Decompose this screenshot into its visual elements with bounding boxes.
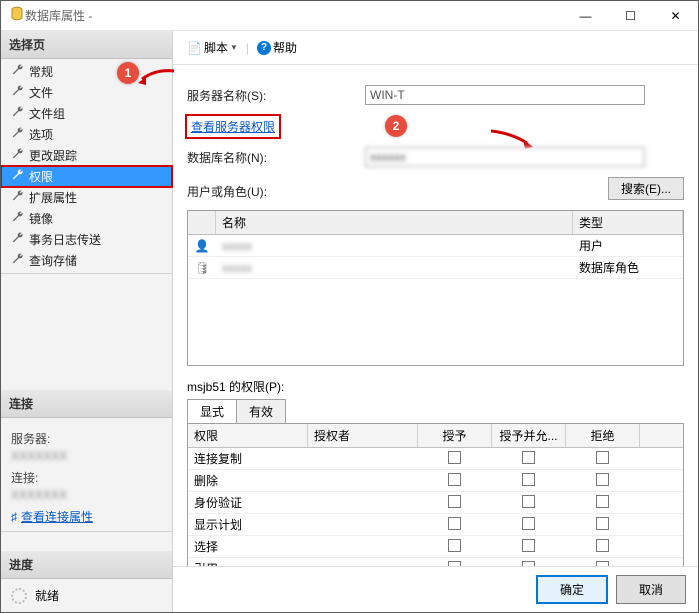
tab-effective[interactable]: 有效 xyxy=(236,399,286,423)
select-page-head: 选择页 xyxy=(1,31,172,59)
user-icon: 👤 xyxy=(188,239,216,253)
connection-head: 连接 xyxy=(1,390,172,418)
deny-checkbox[interactable] xyxy=(596,473,609,486)
progress-status: 就绪 xyxy=(35,587,59,604)
permission-row[interactable]: 连接复制 xyxy=(188,448,683,470)
server-label: 服务器: xyxy=(11,430,162,447)
nav-item-2[interactable]: 文件组 xyxy=(1,103,172,124)
script-icon: 📄 xyxy=(187,41,202,55)
help-icon: ? xyxy=(257,41,271,55)
nav-item-3[interactable]: 选项 xyxy=(1,124,172,145)
deny-checkbox[interactable] xyxy=(596,539,609,552)
permissions-title: msjb51 的权限(P): xyxy=(187,378,684,395)
ok-button[interactable]: 确定 xyxy=(536,575,608,604)
users-roles-label: 用户或角色(U): xyxy=(187,183,357,200)
nav-item-8[interactable]: 事务日志传送 xyxy=(1,229,172,250)
view-server-permissions-link[interactable]: 查看服务器权限 xyxy=(191,120,275,134)
permissions-tabs: 显式有效 xyxy=(187,399,684,424)
col-grant: 授予 xyxy=(418,424,492,447)
server-value: XXXXXXX xyxy=(11,449,162,463)
users-roles-grid[interactable]: 名称 类型 👤xxxxx用户🛢xxxxx数据库角色 xyxy=(187,210,684,366)
progress-spinner-icon xyxy=(11,588,27,604)
permission-row[interactable]: 引用 xyxy=(188,558,683,566)
toolbar: 📄 脚本 ▼ | ? 帮助 xyxy=(173,31,698,65)
wrench-icon xyxy=(11,168,25,185)
wrench-icon xyxy=(11,126,25,143)
col-deny: 拒绝 xyxy=(566,424,640,447)
tab-explicit[interactable]: 显式 xyxy=(187,399,237,423)
deny-checkbox[interactable] xyxy=(596,517,609,530)
search-button[interactable]: 搜索(E)... xyxy=(608,177,684,200)
database-name-label: 数据库名称(N): xyxy=(187,149,357,166)
titlebar: 数据库属性 - — ☐ ✕ xyxy=(1,1,698,31)
nav-list: 常规文件文件组选项更改跟踪权限扩展属性镜像事务日志传送查询存储 xyxy=(1,59,172,273)
wrench-icon xyxy=(11,210,25,227)
withgrant-checkbox[interactable] xyxy=(522,451,535,464)
view-connection-properties-link[interactable]: 查看连接属性 xyxy=(21,508,93,525)
database-name-input[interactable] xyxy=(365,147,645,167)
connection-properties-icon: ♯ xyxy=(11,510,17,524)
permission-row[interactable]: 显示计划 xyxy=(188,514,683,536)
wrench-icon xyxy=(11,147,25,164)
script-button[interactable]: 📄 脚本 ▼ xyxy=(183,37,242,58)
withgrant-checkbox[interactable] xyxy=(522,495,535,508)
close-button[interactable]: ✕ xyxy=(653,1,698,30)
role-icon: 🛢 xyxy=(188,261,216,275)
chevron-down-icon: ▼ xyxy=(230,43,238,52)
withgrant-checkbox[interactable] xyxy=(522,473,535,486)
grant-checkbox[interactable] xyxy=(448,495,461,508)
grant-checkbox[interactable] xyxy=(448,539,461,552)
col-permission: 权限 xyxy=(188,424,308,447)
nav-item-9[interactable]: 查询存储 xyxy=(1,250,172,271)
annotation-arrow-1 xyxy=(136,67,176,87)
wrench-icon xyxy=(11,231,25,248)
help-button[interactable]: ? 帮助 xyxy=(253,37,301,58)
nav-item-6[interactable]: 扩展属性 xyxy=(1,187,172,208)
permission-row[interactable]: 删除 xyxy=(188,470,683,492)
server-name-input[interactable] xyxy=(365,85,645,105)
database-icon xyxy=(9,6,25,25)
wrench-icon xyxy=(11,252,25,269)
nav-item-4[interactable]: 更改跟踪 xyxy=(1,145,172,166)
permissions-grid[interactable]: 权限 授权者 授予 授予并允... 拒绝 连接复制删除身份验证显示计划选择引用执… xyxy=(187,424,684,566)
deny-checkbox[interactable] xyxy=(596,495,609,508)
permission-row[interactable]: 身份验证 xyxy=(188,492,683,514)
connection-value: XXXXXXX xyxy=(11,488,162,502)
wrench-icon xyxy=(11,84,25,101)
col-type-header: 类型 xyxy=(573,211,683,234)
minimize-button[interactable]: — xyxy=(563,1,608,30)
wrench-icon xyxy=(11,105,25,122)
withgrant-checkbox[interactable] xyxy=(522,517,535,530)
cancel-button[interactable]: 取消 xyxy=(616,575,686,604)
connection-label: 连接: xyxy=(11,469,162,486)
col-grantor: 授权者 xyxy=(308,424,418,447)
nav-item-5[interactable]: 权限 xyxy=(1,166,172,187)
wrench-icon xyxy=(11,63,25,80)
server-name-label: 服务器名称(S): xyxy=(187,87,357,104)
withgrant-checkbox[interactable] xyxy=(522,539,535,552)
annotation-marker-2: 2 xyxy=(385,115,407,137)
table-row[interactable]: 🛢xxxxx数据库角色 xyxy=(188,257,683,279)
permission-row[interactable]: 选择 xyxy=(188,536,683,558)
grant-checkbox[interactable] xyxy=(448,473,461,486)
nav-item-7[interactable]: 镜像 xyxy=(1,208,172,229)
window-title-prefix: 数据库属性 - xyxy=(25,9,92,23)
deny-checkbox[interactable] xyxy=(596,451,609,464)
maximize-button[interactable]: ☐ xyxy=(608,1,653,30)
sidebar: 选择页 常规文件文件组选项更改跟踪权限扩展属性镜像事务日志传送查询存储 1 连接… xyxy=(1,31,173,612)
grant-checkbox[interactable] xyxy=(448,517,461,530)
grant-checkbox[interactable] xyxy=(448,451,461,464)
col-name-header: 名称 xyxy=(216,211,573,234)
wrench-icon xyxy=(11,189,25,206)
col-withgrant: 授予并允... xyxy=(492,424,566,447)
progress-head: 进度 xyxy=(1,551,172,579)
table-row[interactable]: 👤xxxxx用户 xyxy=(188,235,683,257)
